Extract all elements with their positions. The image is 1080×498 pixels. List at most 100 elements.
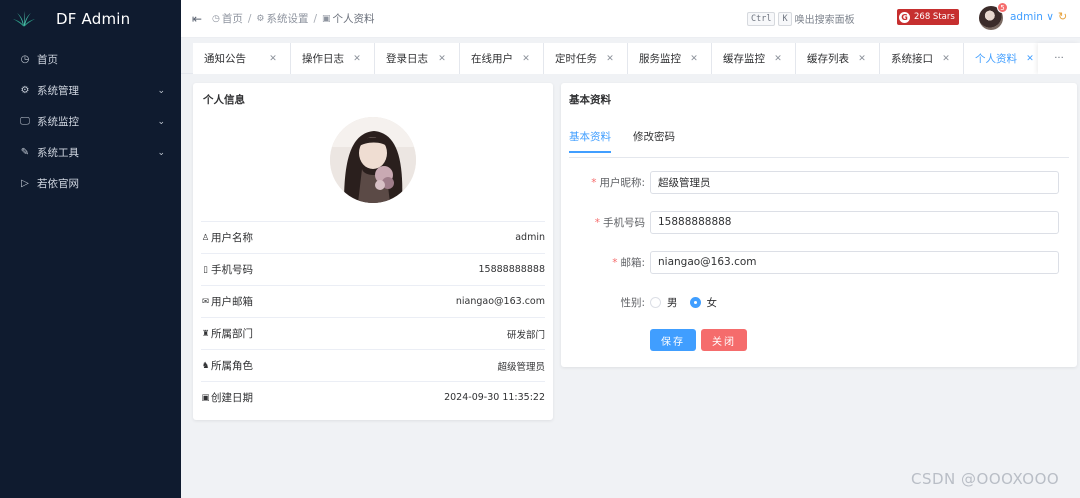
nickname-input[interactable]	[650, 170, 1059, 194]
gender-female-label: 女	[706, 296, 718, 309]
tab-label: 缓存列表	[807, 53, 849, 65]
nickname-row: * 用户昵称:	[561, 170, 1077, 194]
info-value: niangao@163.com	[455, 296, 545, 307]
tool-icon: ✎	[20, 147, 30, 158]
close-icon[interactable]: ✕	[266, 54, 280, 64]
dashboard-icon: ◷	[20, 54, 30, 65]
search-hint-text: 唤出搜索面板	[794, 15, 855, 26]
breadcrumb-current: 个人资料	[332, 13, 375, 25]
email-label-text: 邮箱:	[620, 256, 645, 269]
logo-icon	[13, 11, 35, 27]
tab-0[interactable]: 通知公告 ✕	[193, 43, 291, 74]
gender-label: 性别:	[620, 296, 645, 309]
basic-card-title: 基本资料	[569, 94, 611, 106]
tab-9[interactable]: 个人资料 ✕	[964, 43, 1048, 74]
tab-label: 定时任务	[555, 53, 597, 65]
close-icon[interactable]: ✕	[1023, 54, 1037, 64]
refresh-icon[interactable]: ↻	[1058, 10, 1067, 23]
close-button[interactable]: 关闭	[701, 329, 747, 351]
header: ⇤ ◷ 首页 / ⚙ 系统设置 / ▣ 个人资料 Ctrl K 唤出搜索面板 G…	[181, 0, 1080, 38]
radio-circle	[689, 296, 701, 308]
tab-6[interactable]: 缓存监控 ✕	[712, 43, 796, 74]
sidebar-item-label: 首页	[37, 54, 58, 66]
breadcrumb-home[interactable]: 首页	[222, 11, 243, 26]
github-stars-badge[interactable]: G 268 Stars	[897, 9, 959, 25]
breadcrumb-settings[interactable]: 系统设置	[266, 11, 308, 26]
gender-female-radio[interactable]: 女	[689, 295, 718, 310]
user-avatar[interactable]: 5	[979, 2, 1008, 30]
info-value: 超级管理员	[497, 361, 545, 373]
tab-8[interactable]: 系统接口 ✕	[880, 43, 964, 74]
info-value: 15888888888	[478, 264, 546, 275]
close-icon[interactable]: ✕	[435, 54, 449, 64]
app-title: DF Admin	[56, 10, 131, 28]
user-menu[interactable]: admin ∨	[1010, 11, 1054, 23]
close-icon[interactable]: ✕	[855, 54, 869, 64]
breadcrumb-separator: /	[247, 12, 252, 25]
info-label-text: 手机号码	[211, 264, 253, 276]
required-mark: *	[591, 176, 597, 189]
gender-male-radio[interactable]: 男	[650, 295, 678, 310]
sidebar-item-4[interactable]: ▷ 若依官网	[0, 168, 181, 199]
stars-count: 268 Stars	[914, 12, 955, 22]
nickname-label: * 用户昵称:	[561, 175, 649, 190]
phone-label-text: 手机号码	[603, 216, 645, 229]
tab-label: 通知公告	[204, 53, 246, 65]
save-button[interactable]: 保存	[650, 329, 696, 351]
breadcrumb-separator: /	[313, 12, 318, 25]
send-icon: ▷	[21, 178, 29, 189]
info-label: ✉ 用户邮箱	[201, 294, 456, 309]
close-icon[interactable]: ✕	[687, 54, 701, 64]
tab-5[interactable]: 服务监控 ✕	[628, 43, 712, 74]
sidebar-item-label: 系统管理	[37, 85, 79, 97]
email-label: * 邮箱:	[561, 255, 649, 270]
info-label-text: 创建日期	[211, 392, 253, 404]
profile-card-title: 个人信息	[203, 94, 245, 106]
phone-row: * 手机号码	[561, 210, 1077, 234]
date-icon: ▣	[201, 392, 210, 403]
tab-2[interactable]: 登录日志 ✕	[375, 43, 460, 74]
info-row: ✉ 用户邮箱 niangao@163.com	[201, 285, 545, 317]
logo[interactable]: DF Admin	[0, 0, 181, 38]
tab-label: 服务监控	[639, 53, 681, 65]
tabs-more-button[interactable]: ···	[1038, 43, 1080, 74]
phone-input[interactable]	[650, 210, 1059, 234]
info-label: ♙ 用户名称	[201, 230, 515, 245]
close-icon[interactable]: ✕	[603, 54, 617, 64]
tab-basic-info[interactable]: 基本资料	[569, 129, 611, 153]
info-label-text: 所属角色	[211, 360, 253, 372]
tree-icon: ♜	[201, 328, 210, 339]
tab-3[interactable]: 在线用户 ✕	[460, 43, 544, 74]
tab-label: 系统接口	[891, 53, 933, 65]
actions-row: 保存 关闭	[561, 328, 1077, 352]
profile-info-list: ♙ 用户名称 admin ▯ 手机号码 15888888888 ✉ 用户邮箱 niangao@1…	[201, 221, 545, 413]
sidebar-item-0[interactable]: ◷ 首页	[0, 44, 181, 75]
sidebar: DF Admin ◷ 首页 ⚙ 系统管理 ⌄ 🖵 系统监控 ⌄ ✎ 系统工具 ⌄ ▷ 若依官网	[0, 0, 181, 498]
sidebar-item-2[interactable]: 🖵 系统监控 ⌄	[0, 106, 181, 137]
close-icon[interactable]: ✕	[519, 54, 533, 64]
sidebar-item-1[interactable]: ⚙ 系统管理 ⌄	[0, 75, 181, 106]
email-input[interactable]	[650, 250, 1059, 274]
close-icon[interactable]: ✕	[771, 54, 785, 64]
tab-1[interactable]: 操作日志 ✕	[291, 43, 375, 74]
close-icon[interactable]: ✕	[350, 54, 364, 64]
profile-avatar[interactable]	[330, 117, 416, 203]
info-label-text: 用户邮箱	[211, 296, 253, 308]
tab-label: 个人资料	[975, 53, 1017, 65]
basic-card-tabs: 基本资料 修改密码	[569, 129, 697, 153]
menu-toggle-icon[interactable]: ⇤	[192, 12, 204, 26]
tab-4[interactable]: 定时任务 ✕	[544, 43, 628, 74]
tab-7[interactable]: 缓存列表 ✕	[796, 43, 880, 74]
info-label: ▣ 创建日期	[201, 390, 444, 405]
sidebar-item-label: 若依官网	[37, 178, 79, 190]
tab-label: 操作日志	[302, 53, 344, 65]
user-name: admin	[1010, 11, 1043, 23]
tab-change-password[interactable]: 修改密码	[633, 129, 675, 153]
sidebar-item-3[interactable]: ✎ 系统工具 ⌄	[0, 137, 181, 168]
kbd-ctrl: Ctrl	[747, 11, 776, 26]
info-label: ▯ 手机号码	[201, 262, 479, 277]
close-icon[interactable]: ✕	[939, 54, 953, 64]
main-content: 个人信息 ♙ 用户名称 admin ▯ 手机号码 15888888888 ✉ 用户邮箱 nian…	[181, 74, 1080, 498]
info-row: ♜ 所属部门 研发部门	[201, 317, 545, 349]
search-shortcut[interactable]: Ctrl K 唤出搜索面板	[747, 11, 855, 26]
